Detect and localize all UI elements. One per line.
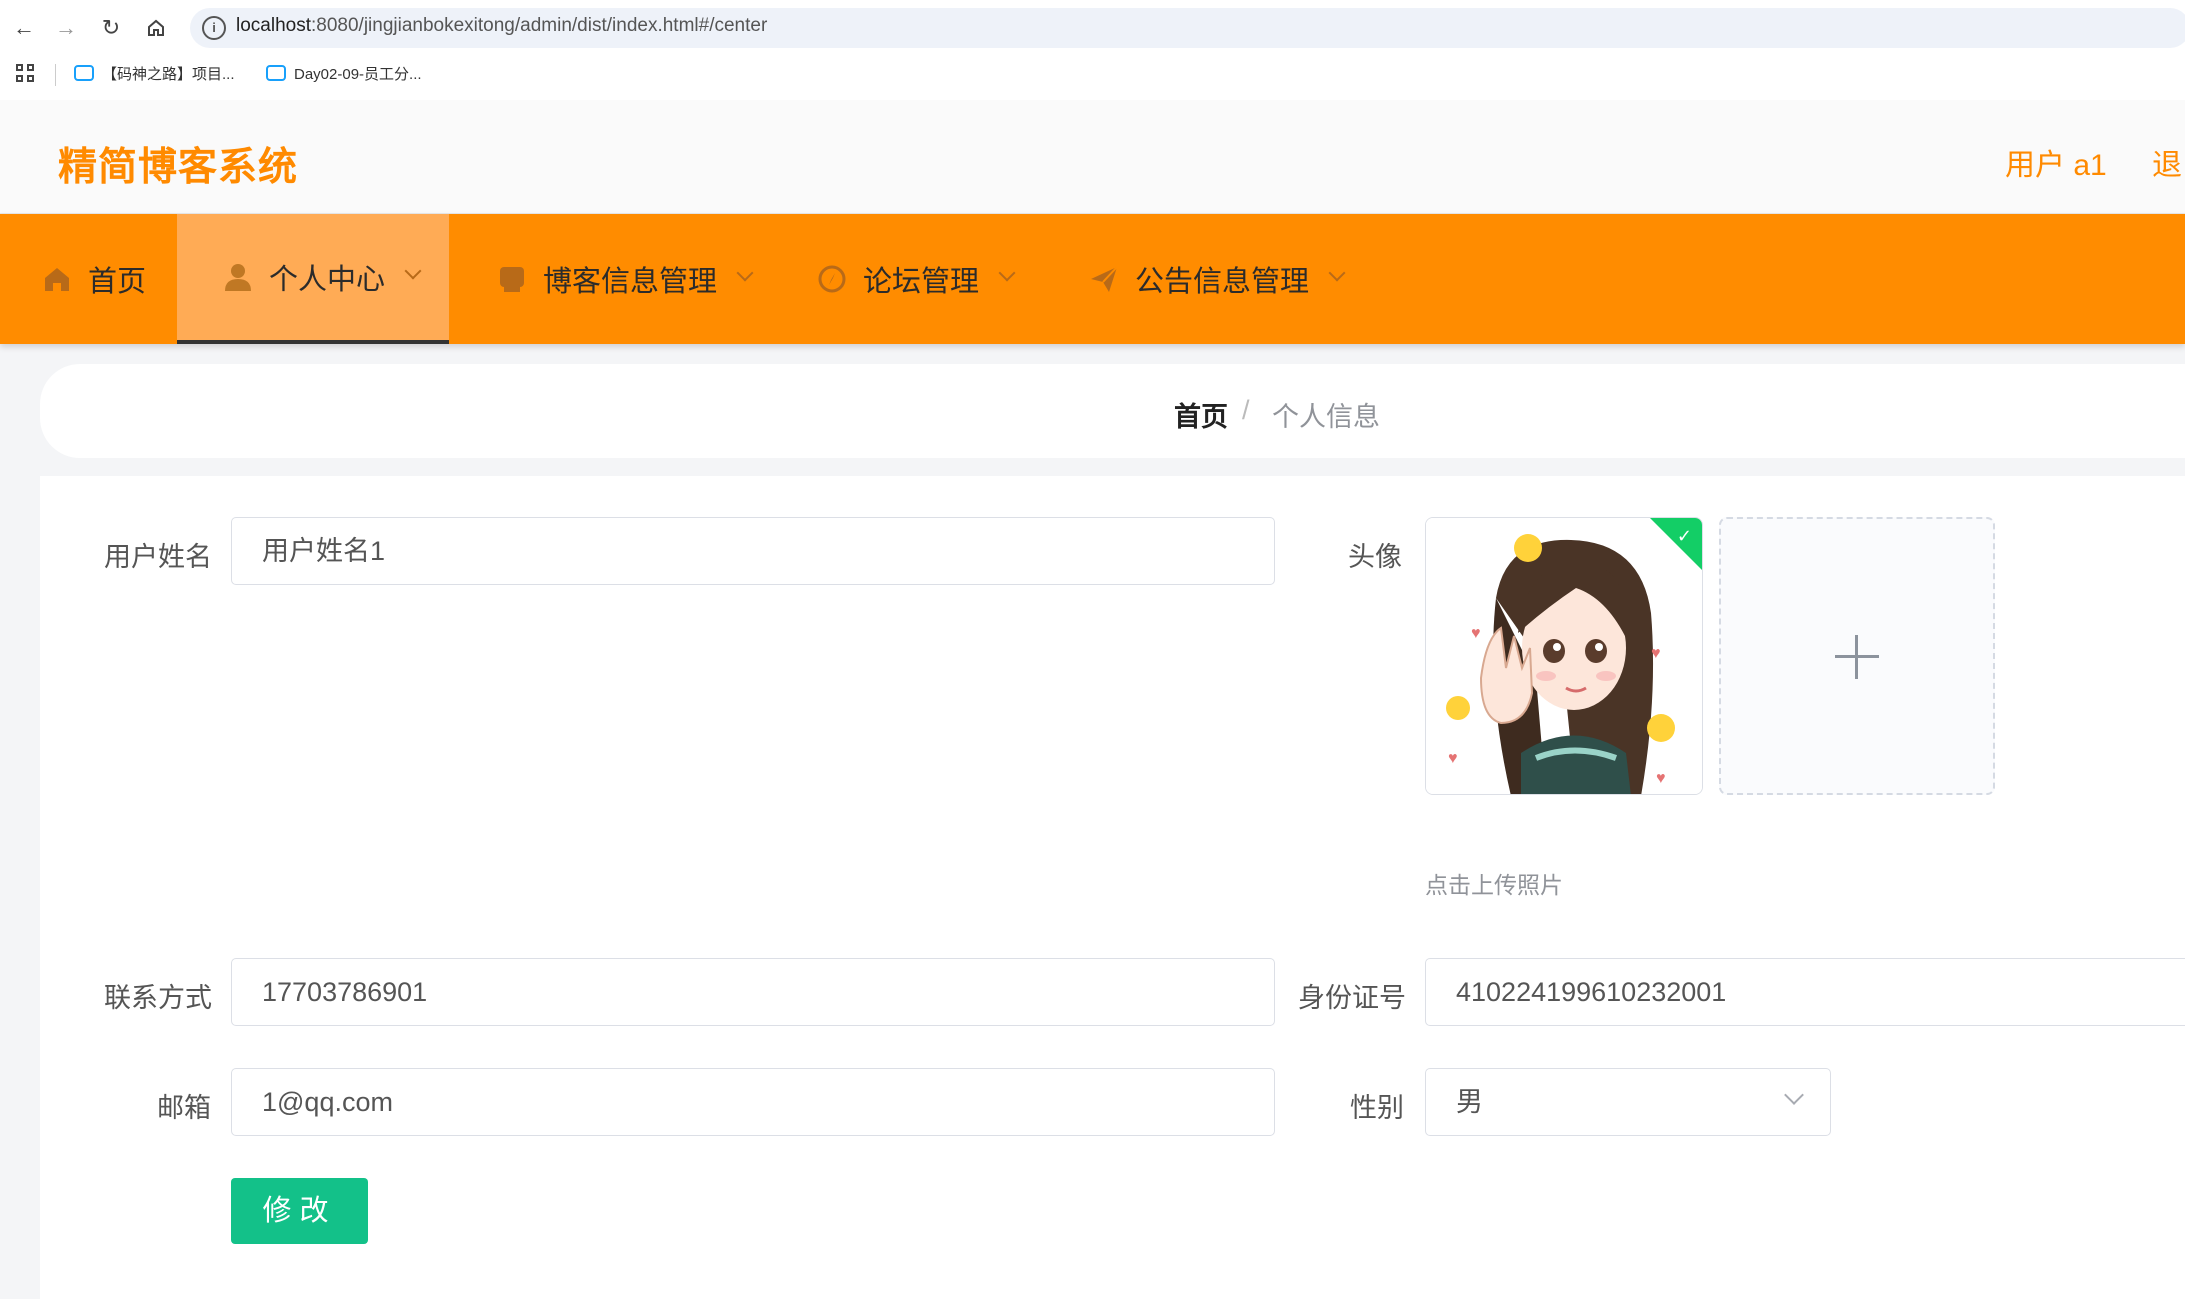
nav-label: 论坛管理 [863, 266, 980, 298]
name-label: 用户姓名 [104, 542, 212, 572]
bookmark-item[interactable]: Day02-09-员工分... [266, 64, 422, 86]
chevron-down-icon [404, 262, 422, 280]
bookmark-item[interactable]: 【码神之路】项目... [74, 64, 235, 86]
send-icon [1089, 264, 1119, 294]
nav-personal-center[interactable]: 个人中心 [177, 214, 449, 344]
back-icon[interactable]: ← [8, 12, 40, 44]
nav-home[interactable]: 首页 [0, 214, 177, 344]
nav-label: 博客信息管理 [543, 266, 718, 298]
gender-label: 性别 [1350, 1093, 1404, 1123]
phone-label: 联系方式 [104, 983, 212, 1013]
avatar-upload-button[interactable] [1719, 517, 1995, 795]
forward-icon[interactable]: → [50, 12, 82, 44]
submit-button[interactable]: 修改 [231, 1178, 368, 1244]
plus-icon-vertical [1855, 635, 1858, 679]
svg-text:♥: ♥ [1448, 750, 1458, 767]
name-input[interactable]: 用户姓名1 [231, 517, 1275, 585]
svg-text:♥: ♥ [1656, 770, 1666, 787]
email-input[interactable]: 1@qq.com [231, 1068, 1275, 1136]
idcard-label: 身份证号 [1298, 983, 1406, 1013]
nav-blog-management[interactable]: 博客信息管理 [449, 214, 771, 344]
app-title: 精简博客系统 [58, 146, 299, 189]
url-text[interactable]: localhost:8080/jingjianbokexitong/admin/… [236, 15, 767, 37]
idcard-input[interactable]: 410224199610232001 [1425, 958, 2185, 1026]
avatar-label: 头像 [1348, 542, 1402, 572]
home-browser-icon[interactable] [140, 12, 172, 44]
breadcrumb-separator: / [1242, 395, 1250, 425]
page-root: ← → ↻ i localhost:8080/jingjianbokexiton… [0, 0, 2185, 1299]
svg-text:♥: ♥ [1651, 645, 1661, 662]
blog-icon [497, 264, 527, 294]
chevron-down-icon [736, 264, 754, 282]
nav-forum-management[interactable]: 论坛管理 [771, 214, 1043, 344]
avatar-image[interactable]: ♥ ♥ ♥ ♥ ✓ [1425, 517, 1703, 795]
url-host: localhost [236, 15, 311, 36]
nav-label: 个人中心 [269, 264, 386, 296]
email-label: 邮箱 [157, 1093, 211, 1123]
bookmark-separator [55, 64, 56, 86]
reload-icon[interactable]: ↻ [95, 12, 127, 44]
current-user: 用户 a1 [2005, 149, 2107, 182]
bookmark-label: 【码神之路】项目... [102, 66, 235, 83]
nav-label: 首页 [88, 266, 147, 298]
bilibili-icon [266, 65, 286, 82]
site-info-icon[interactable]: i [202, 16, 226, 40]
chevron-down-icon [1328, 264, 1346, 282]
app-header [0, 100, 2185, 214]
svg-text:♥: ♥ [1471, 625, 1481, 642]
bookmark-label: Day02-09-员工分... [294, 66, 422, 83]
user-icon [223, 262, 253, 292]
breadcrumb [40, 364, 2185, 458]
nav-label: 公告信息管理 [1135, 266, 1310, 298]
breadcrumb-current: 个人信息 [1272, 402, 1380, 432]
chevron-down-icon [998, 264, 1016, 282]
nav-notice-management[interactable]: 公告信息管理 [1043, 214, 1365, 344]
apps-grid-icon[interactable] [16, 64, 36, 84]
phone-input[interactable]: 17703786901 [231, 958, 1275, 1026]
home-icon [42, 264, 72, 294]
check-icon: ✓ [1676, 526, 1692, 546]
url-path: :8080/jingjianbokexitong/admin/dist/inde… [311, 15, 768, 36]
upload-hint: 点击上传照片 [1425, 872, 1563, 898]
gender-select[interactable]: 男 [1425, 1068, 1831, 1136]
logout-link[interactable]: 退 [2152, 140, 2182, 184]
compass-icon [817, 264, 847, 294]
bilibili-icon [74, 65, 94, 82]
breadcrumb-home[interactable]: 首页 [1174, 395, 1228, 434]
